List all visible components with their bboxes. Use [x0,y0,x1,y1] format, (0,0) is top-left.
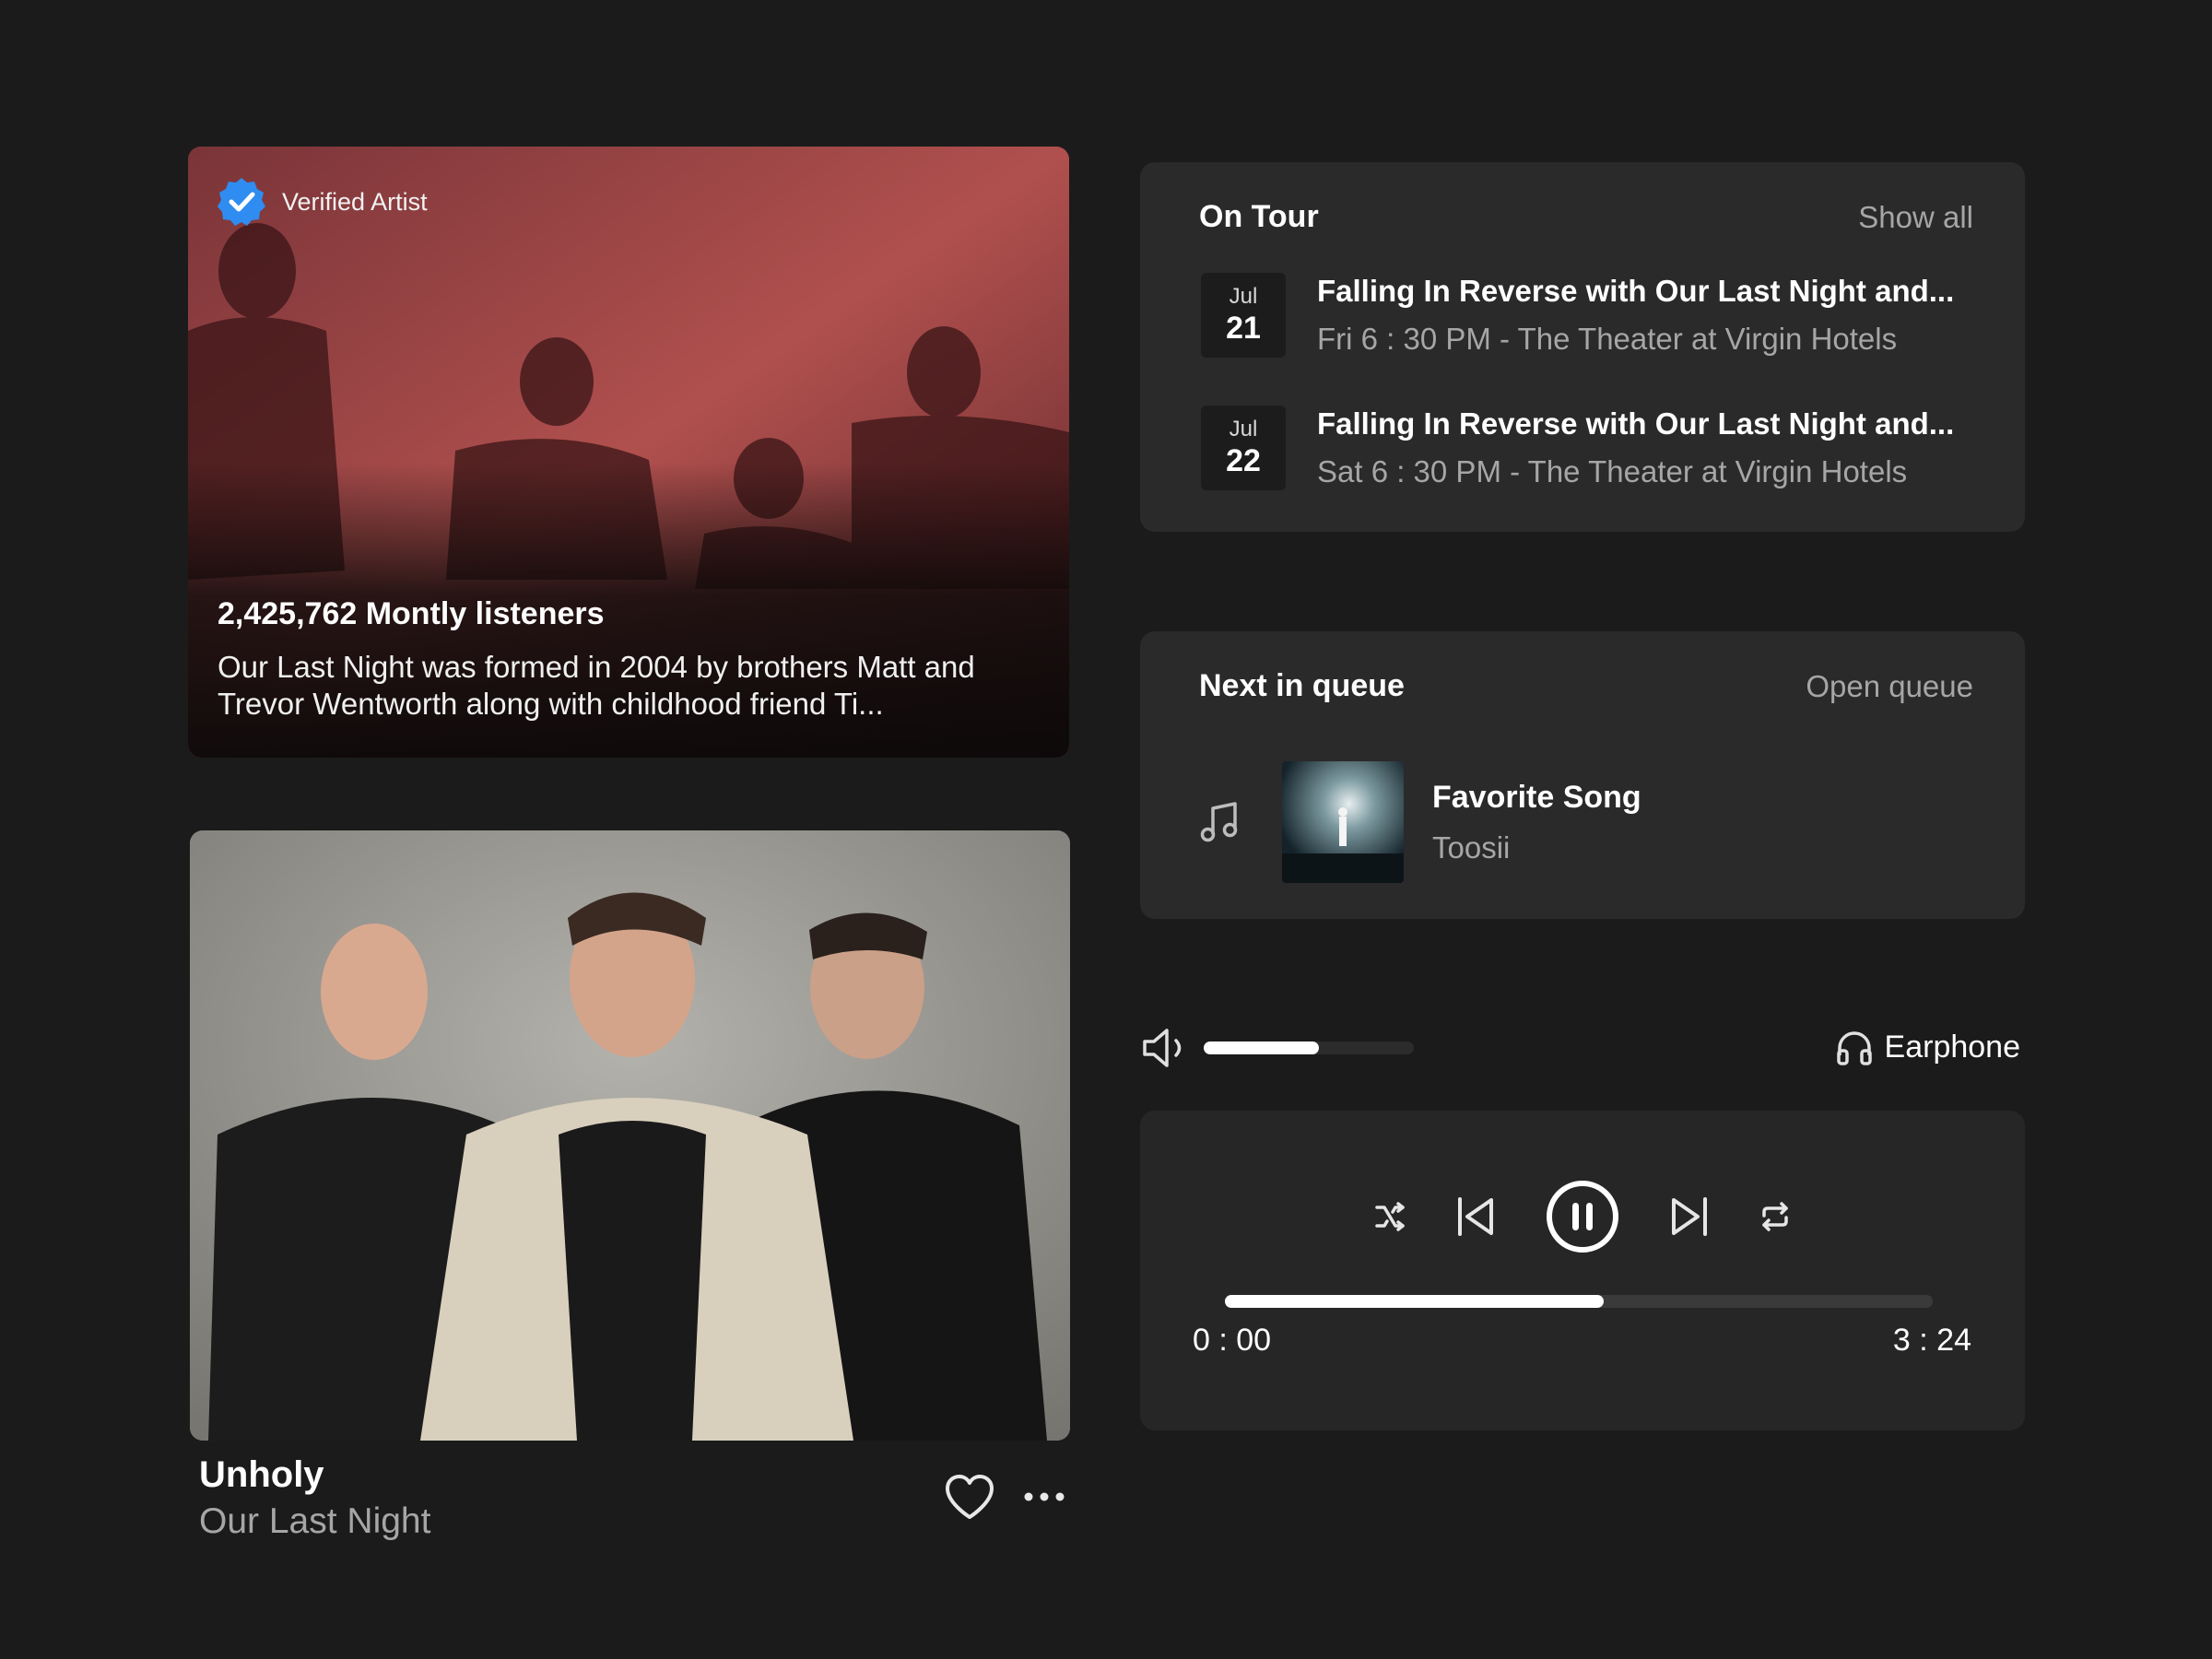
tour-event[interactable]: Jul 22 Falling In Reverse with Our Last … [1201,406,1973,490]
event-title: Falling In Reverse with Our Last Night a… [1317,406,1955,441]
speaker-icon[interactable] [1141,1025,1191,1071]
artist-bio: Our Last Night was formed in 2004 by bro… [218,650,975,721]
current-time: 0 : 00 [1193,1323,1272,1358]
volume-control [1141,1025,1414,1071]
queue-info: Favorite Song Toosii [1432,780,1641,865]
queue-title: Next in queue [1199,668,1405,703]
event-info: Falling In Reverse with Our Last Night a… [1317,274,1954,357]
shuffle-icon[interactable] [1373,1200,1406,1233]
player-panel: 0 : 00 3 : 24 [1140,1111,2025,1430]
playback-progress[interactable] [1225,1295,1933,1308]
on-tour-header: On Tour Show all [1199,199,1973,235]
event-month: Jul [1229,417,1258,441]
band-photo [190,830,1070,1441]
queue-item[interactable]: Favorite Song Toosii [1197,761,1641,883]
album-art[interactable] [190,830,1070,1441]
verified-badge: Verified Artist [216,176,428,228]
volume-slider[interactable] [1204,1041,1414,1054]
pause-icon[interactable] [1545,1179,1620,1254]
headphones-icon [1836,1031,1872,1065]
on-tour-title: On Tour [1199,199,1319,234]
heart-icon[interactable] [944,1473,995,1521]
song-title[interactable]: Unholy [199,1454,430,1496]
queue-song-artist: Toosii [1432,830,1511,865]
event-date: Jul 21 [1201,273,1286,358]
event-month: Jul [1229,284,1258,309]
verified-icon [218,178,265,226]
queue-thumbnail [1282,761,1404,883]
playback-controls [1140,1179,2025,1254]
open-queue-link[interactable]: Open queue [1806,669,1973,704]
tour-event[interactable]: Jul 21 Falling In Reverse with Our Last … [1201,273,1973,358]
monthly-listeners: 2,425,762 Montly listeners [218,596,605,631]
previous-icon[interactable] [1454,1194,1497,1240]
volume-slider-fill [1204,1041,1320,1054]
event-day: 22 [1226,443,1261,478]
event-day: 21 [1226,311,1261,346]
event-details: Fri 6 : 30 PM - The Theater at Virgin Ho… [1317,322,1898,356]
artist-info: 2,425,762 Montly listeners Our Last Nigh… [218,596,1014,723]
queue-panel: Next in queue Open queue Favorite Song T… [1140,631,2025,919]
playback-progress-fill [1225,1295,1604,1308]
output-device[interactable]: Earphone [1835,1028,2020,1066]
song-actions [944,1473,1065,1521]
show-all-link[interactable]: Show all [1858,200,1973,235]
queue-header: Next in queue Open queue [1199,668,1973,704]
event-details: Sat 6 : 30 PM - The Theater at Virgin Ho… [1317,454,1908,488]
next-icon[interactable] [1668,1194,1711,1240]
music-note-icon [1200,802,1238,842]
artist-card[interactable]: Verified Artist 2,425,762 Montly listene… [188,147,1069,758]
song-artist[interactable]: Our Last Night [199,1501,430,1542]
event-info: Falling In Reverse with Our Last Night a… [1317,406,1954,489]
queue-song-title: Favorite Song [1432,779,1641,815]
now-playing-meta: Unholy Our Last Night [199,1454,430,1542]
total-time: 3 : 24 [1892,1323,1971,1358]
repeat-icon[interactable] [1759,1200,1792,1233]
output-device-label: Earphone [1884,1029,2020,1065]
event-title: Falling In Reverse with Our Last Night a… [1317,274,1955,308]
more-icon[interactable] [1023,1490,1065,1503]
event-date: Jul 22 [1201,406,1286,490]
on-tour-panel: On Tour Show all Jul 21 Falling In Rever… [1140,162,2025,532]
verified-label: Verified Artist [282,187,428,216]
